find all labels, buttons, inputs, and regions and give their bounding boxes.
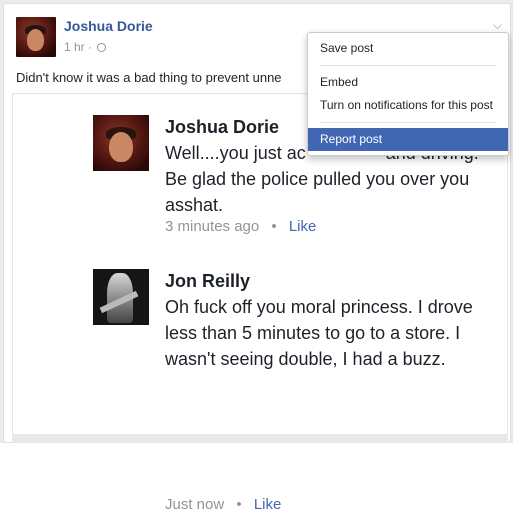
comment-like: Like	[288, 218, 317, 235]
menu-item-save-post[interactable]: Save post	[308, 37, 508, 60]
avatar-face	[27, 29, 44, 51]
post-meta: 1 hr ·	[64, 40, 107, 54]
comment-dot: •	[271, 218, 277, 235]
comment-author: Jon Reilly	[165, 271, 251, 291]
menu-divider	[320, 65, 496, 66]
avatar-face	[109, 132, 133, 162]
comment-time: Just now	[165, 496, 225, 513]
post-caption: Didn't know it was a bad thing to preven…	[16, 70, 282, 85]
comment-text: Oh fuck off you moral princess. I drove …	[165, 297, 473, 369]
screenshot-bottom-edge	[12, 434, 508, 443]
meta-separator: ·	[88, 40, 93, 54]
globe-icon[interactable]	[97, 43, 107, 52]
avatar[interactable]	[16, 17, 56, 57]
menu-item-report-post[interactable]: Report post	[308, 128, 508, 151]
chevron-down-icon[interactable]: ⌵	[493, 18, 502, 33]
comment-time: 3 minutes ago	[165, 218, 260, 235]
post-options-menu: Save post Embed Turn on notifications fo…	[307, 32, 509, 156]
comment-footer: Just now • Like	[165, 496, 281, 513]
comment-author: Joshua Dorie	[165, 117, 280, 137]
comment-like: Like	[253, 496, 282, 513]
post-author-name[interactable]: Joshua Dorie	[64, 18, 153, 34]
comment-avatar	[93, 269, 149, 325]
comment-dot: •	[236, 496, 242, 513]
comment-avatar	[93, 115, 149, 171]
menu-item-turn-on-notifications[interactable]: Turn on notifications for this post	[308, 94, 508, 117]
menu-divider	[320, 122, 496, 123]
feed-background: Joshua Dorie 1 hr · ⌵ Didn't know it was…	[0, 0, 513, 513]
comment-footer: 3 minutes ago • Like	[165, 218, 316, 235]
menu-item-embed[interactable]: Embed	[308, 71, 508, 94]
post-timestamp[interactable]: 1 hr	[64, 40, 85, 54]
